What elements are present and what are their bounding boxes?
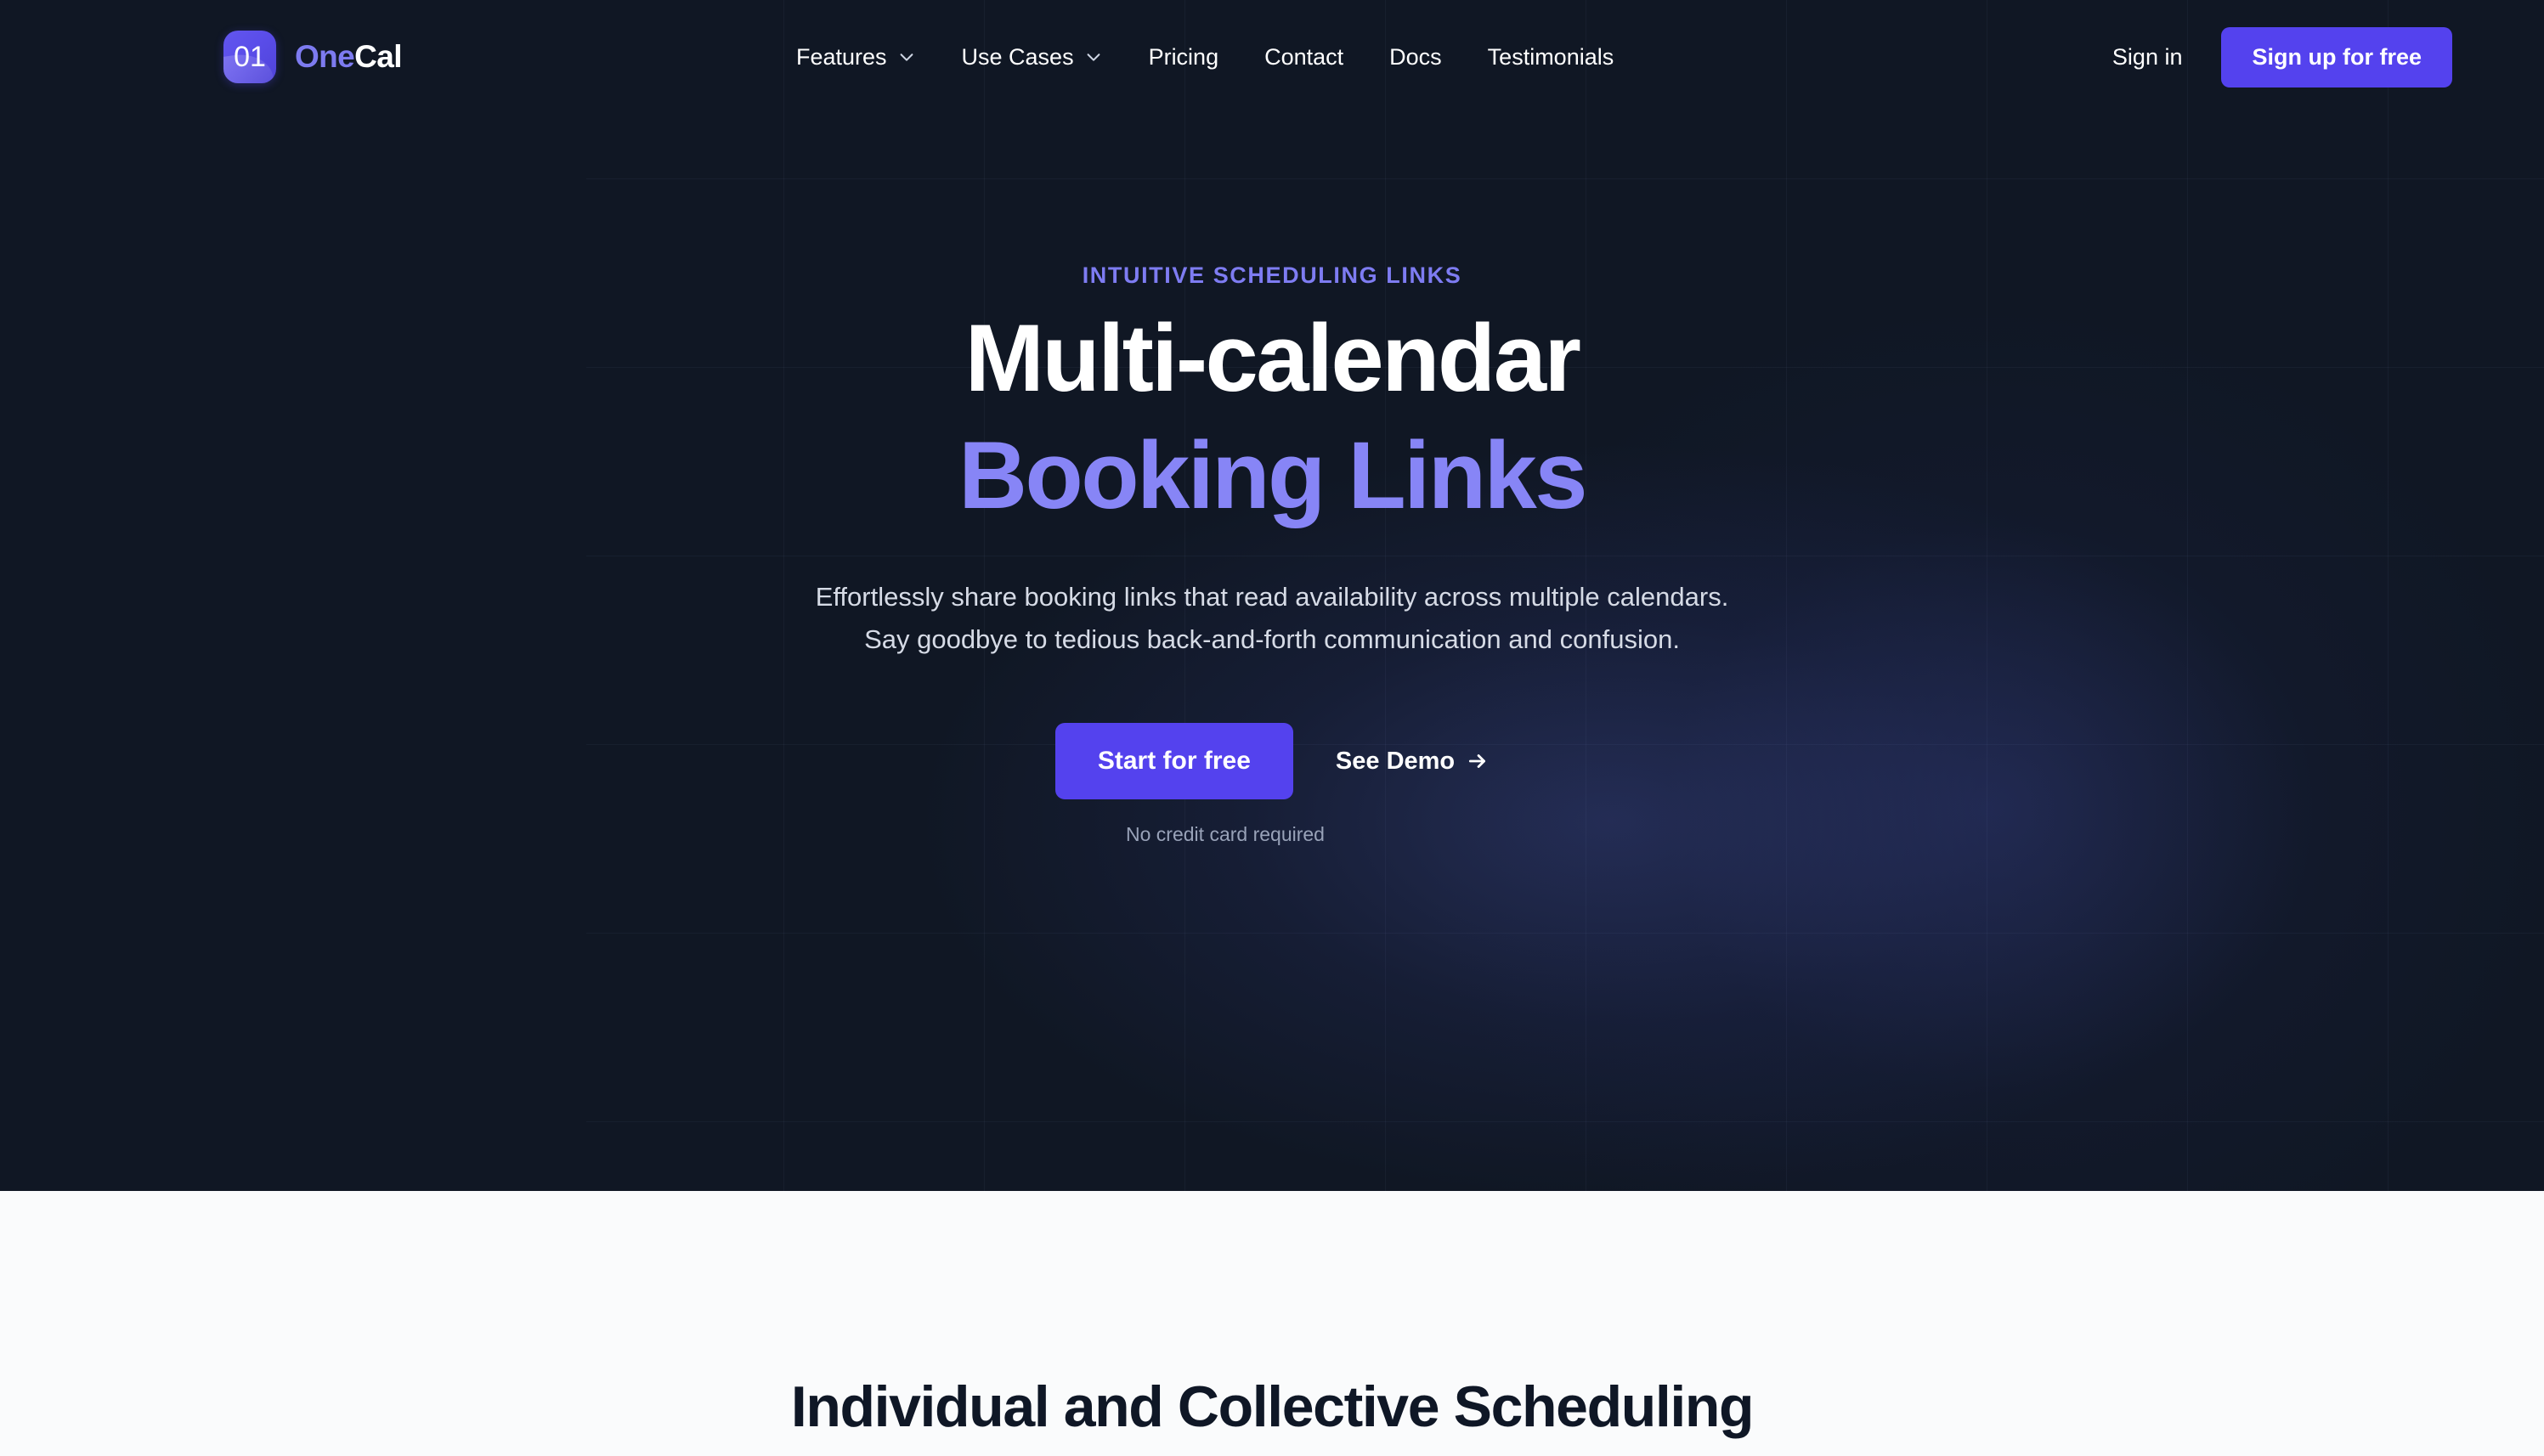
hero-eyebrow: INTUITIVE SCHEDULING LINKS: [1082, 262, 1462, 288]
nav-item-testimonials-label: Testimonials: [1487, 43, 1614, 70]
onecal-logo-icon: 01: [223, 31, 276, 83]
nav-item-contact-label: Contact: [1264, 43, 1344, 70]
logo-mark-text: 01: [234, 40, 266, 73]
hero-subtitle: Effortlessly share booking links that re…: [0, 576, 2544, 661]
nav-actions: Sign in Sign up for free: [2073, 26, 2452, 87]
chevron-down-icon: [1084, 48, 1103, 66]
main-navigation: 01 OneCal Features Use Cases Pricing Con…: [0, 0, 2544, 114]
nav-item-use-cases-label: Use Cases: [961, 43, 1074, 70]
nav-item-contact[interactable]: Contact: [1241, 44, 1366, 71]
nav-item-testimonials[interactable]: Testimonials: [1465, 44, 1637, 71]
hero-section: 01 OneCal Features Use Cases Pricing Con…: [0, 0, 2544, 1191]
nav-item-use-cases[interactable]: Use Cases: [939, 44, 1126, 71]
brand-wordmark: OneCal: [295, 39, 403, 75]
brand-wordmark-cal: Cal: [354, 39, 402, 74]
nav-item-features-label: Features: [795, 43, 887, 70]
hero-subtitle-line-2: Say goodbye to tedious back-and-forth co…: [864, 624, 1680, 655]
nav-item-features[interactable]: Features: [773, 44, 939, 71]
chevron-down-icon: [897, 48, 916, 66]
hero-content: INTUITIVE SCHEDULING LINKS Multi-calenda…: [0, 114, 2544, 846]
see-demo-label: See Demo: [1335, 747, 1456, 775]
hero-headline-line-2: Booking Links: [958, 422, 1587, 528]
brand-wordmark-one: One: [295, 39, 355, 74]
brand-logo[interactable]: 01 OneCal: [223, 31, 403, 83]
nav-item-pricing-label: Pricing: [1148, 43, 1219, 70]
see-demo-link[interactable]: See Demo: [1336, 748, 1489, 776]
nav-item-docs[interactable]: Docs: [1366, 44, 1465, 71]
hero-cta-row: Start for free See Demo: [0, 723, 2544, 800]
sign-up-button[interactable]: Sign up for free: [2221, 26, 2452, 87]
arrow-right-icon: [1467, 750, 1489, 772]
nav-item-docs-label: Docs: [1389, 43, 1442, 70]
hero-headline: Multi-calendar Booking Links: [0, 311, 2544, 523]
hero-headline-line-1: Multi-calendar: [964, 305, 1581, 411]
scheduling-section: Individual and Collective Scheduling: [0, 1191, 2544, 1456]
nav-links: Features Use Cases Pricing Contact Docs …: [773, 44, 1637, 71]
start-for-free-button[interactable]: Start for free: [1054, 723, 1293, 800]
scheduling-section-heading: Individual and Collective Scheduling: [790, 1374, 1755, 1439]
hero-note: No credit card required: [1126, 823, 1325, 846]
sign-in-link[interactable]: Sign in: [2073, 44, 2222, 71]
hero-subtitle-line-1: Effortlessly share booking links that re…: [815, 582, 1729, 612]
nav-item-pricing[interactable]: Pricing: [1126, 44, 1242, 71]
